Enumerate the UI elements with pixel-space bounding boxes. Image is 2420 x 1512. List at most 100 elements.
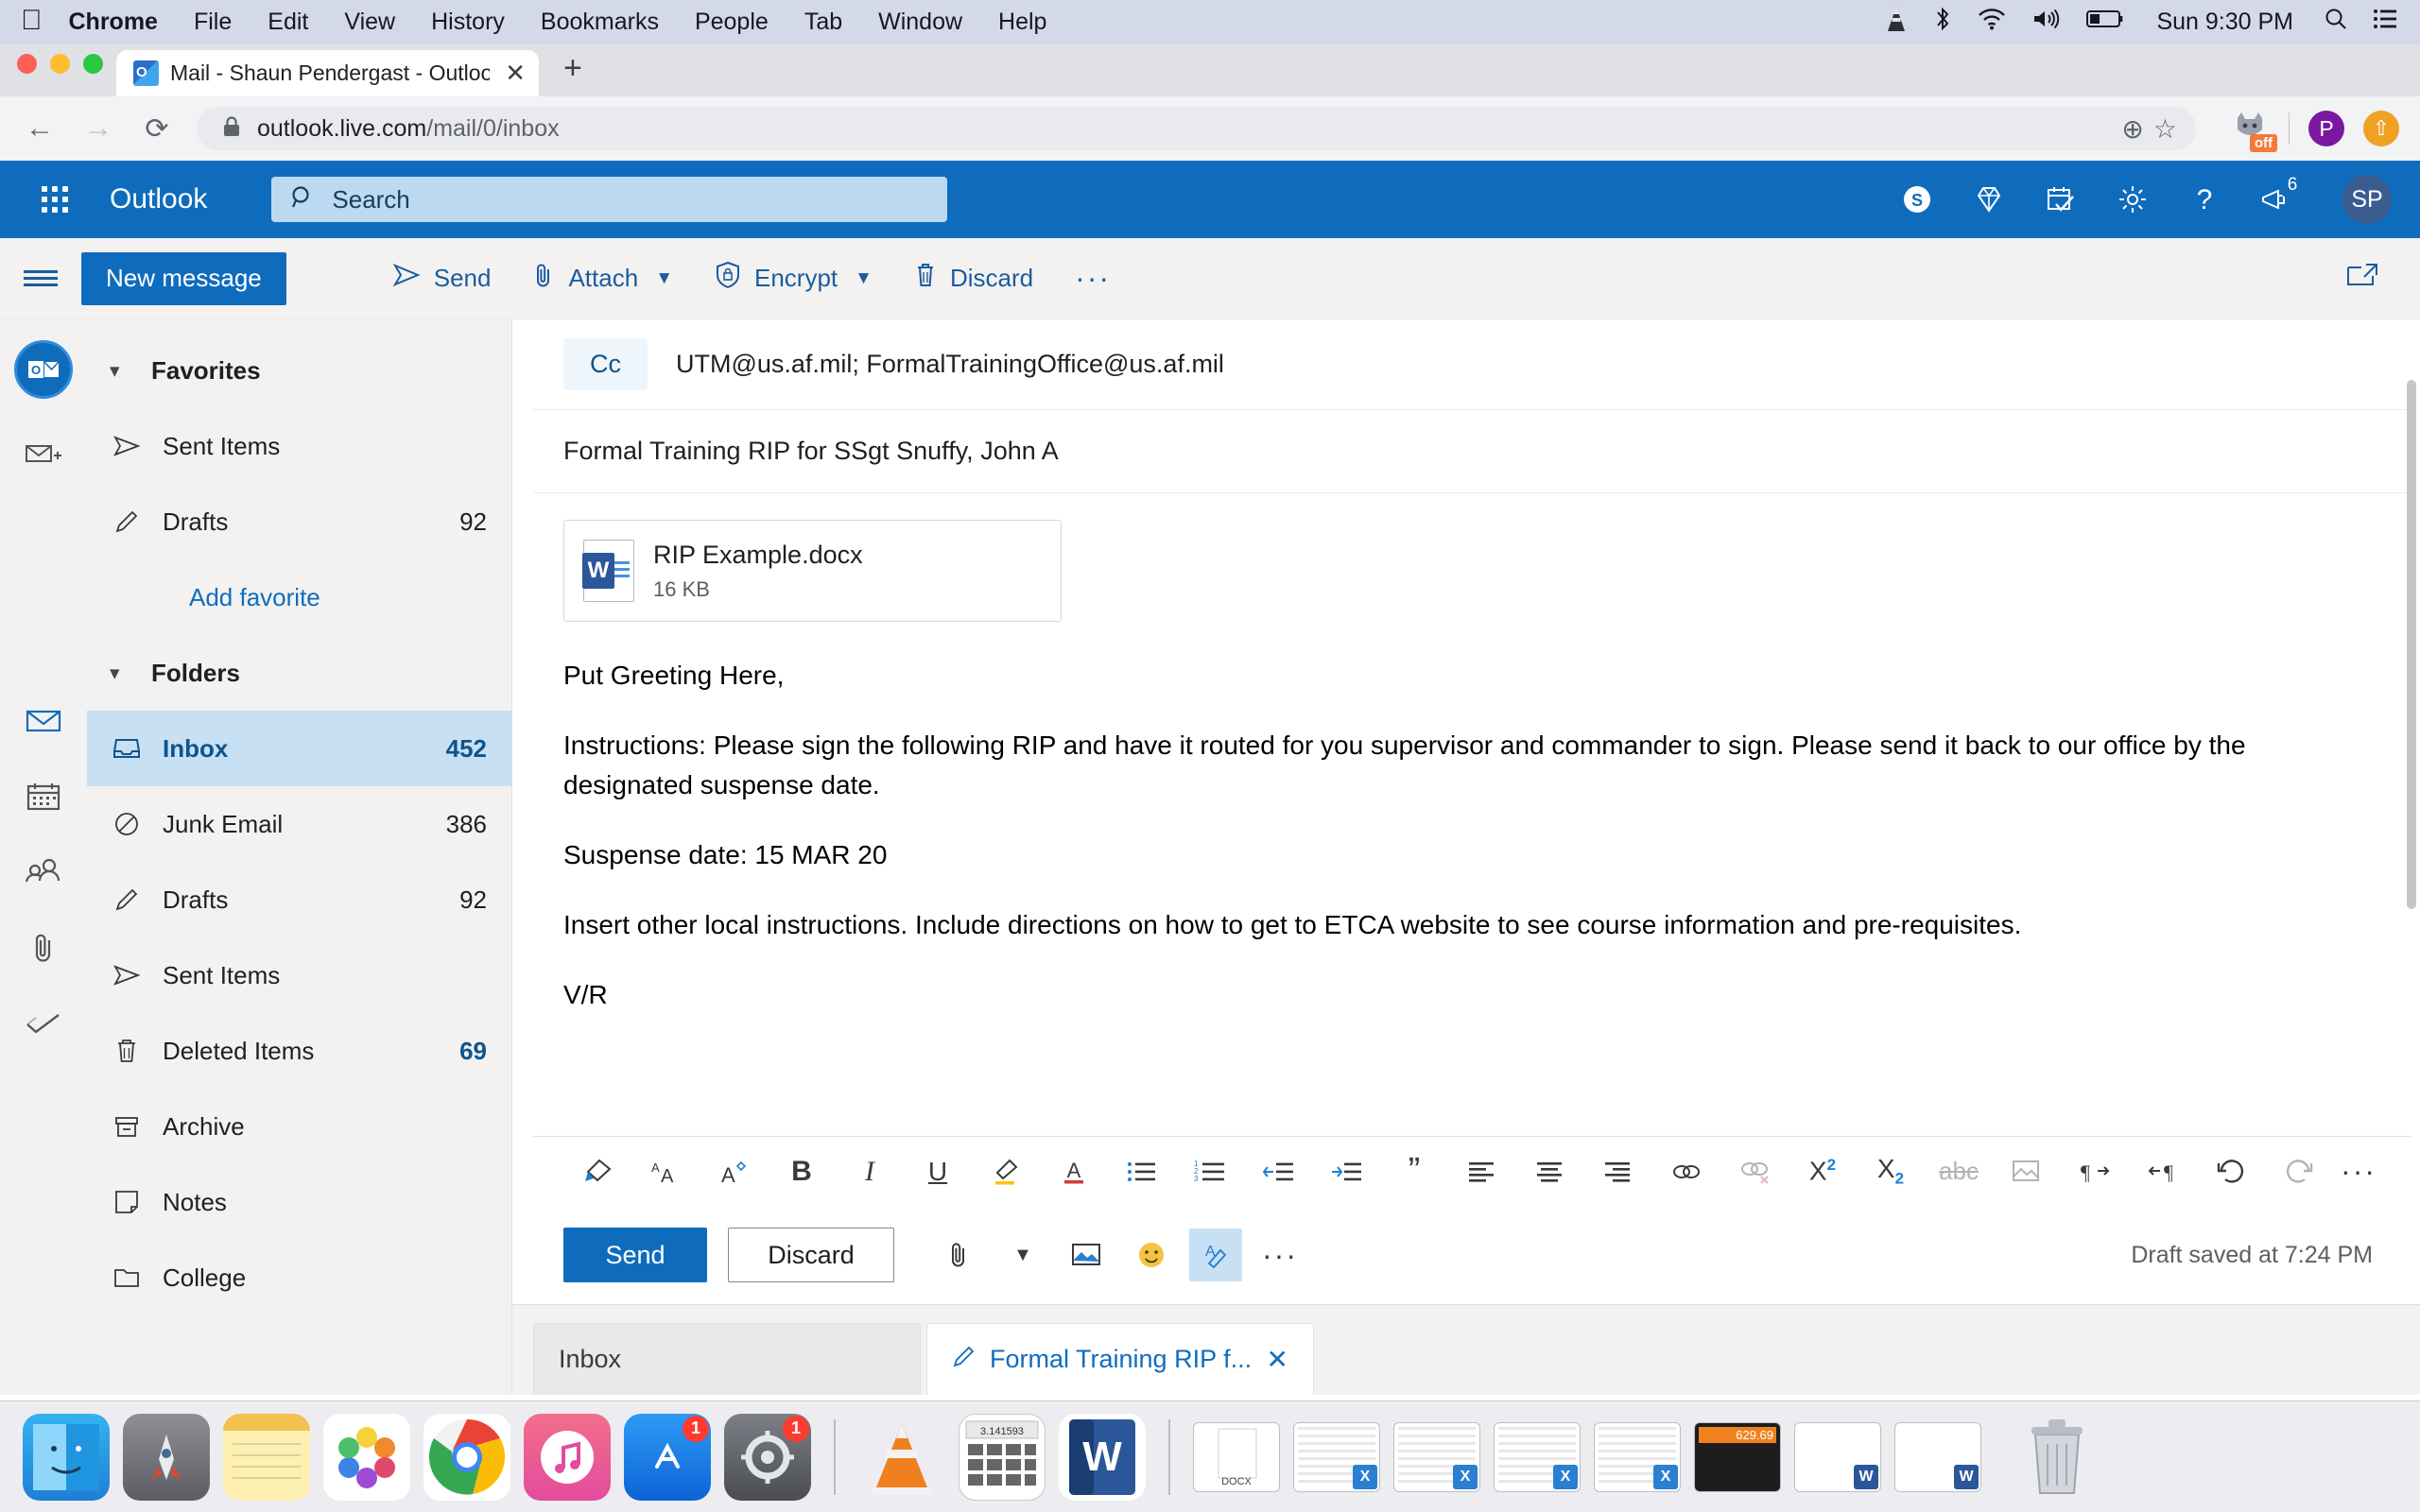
insert-link-icon[interactable]	[1652, 1143, 1720, 1200]
back-arrow-icon[interactable]: ←	[21, 112, 59, 145]
lock-icon[interactable]	[221, 114, 242, 144]
apple-icon[interactable]: 	[21, 6, 43, 35]
app-launcher-icon[interactable]	[42, 186, 81, 213]
wolf-extension-icon[interactable]: off	[2230, 109, 2277, 152]
superscript-icon[interactable]: X2	[1789, 1143, 1857, 1200]
strikethrough-icon[interactable]: abc	[1925, 1143, 1993, 1200]
add-to-circle-icon[interactable]: ⊕	[2121, 113, 2143, 145]
maximize-window-button[interactable]	[83, 54, 103, 74]
format-overflow-button[interactable]: ···	[2341, 1154, 2380, 1189]
megaphone-icon[interactable]: 6	[2259, 171, 2307, 216]
send-button[interactable]: Send	[372, 252, 512, 305]
outlook-brand[interactable]: Outlook	[110, 183, 207, 215]
sidebar-item-inbox[interactable]: Inbox 452	[87, 711, 511, 786]
rtl-direction-icon[interactable]: ¶	[2129, 1143, 2197, 1200]
browser-tab[interactable]: Mail - Shaun Pendergast - Outloo ✕	[116, 50, 539, 96]
minimized-window-calculator[interactable]: 629.69	[1694, 1421, 1781, 1492]
sidebar-item-notes[interactable]: Notes	[87, 1164, 511, 1240]
command-overflow-button[interactable]: ···	[1054, 261, 1132, 296]
emoji-icon[interactable]	[1125, 1228, 1178, 1281]
favorites-group-header[interactable]: ▾ Favorites	[87, 333, 511, 408]
menu-item-bookmarks[interactable]: Bookmarks	[541, 9, 659, 36]
search-input[interactable]: Search	[271, 177, 948, 222]
up-arrow-icon[interactable]: ⇧	[2363, 111, 2399, 146]
message-body[interactable]: Put Greeting Here, Instructions: Please …	[533, 622, 2420, 1015]
minimized-window-excel-2[interactable]: X	[1393, 1421, 1480, 1492]
skype-icon[interactable]: S	[1900, 182, 1934, 216]
menu-item-help[interactable]: Help	[998, 9, 1046, 36]
dock-item-photos[interactable]	[323, 1413, 410, 1501]
dock-item-system-preferences[interactable]: 1	[724, 1413, 811, 1501]
encrypt-button[interactable]: Encrypt ▼	[694, 252, 893, 305]
sidebar-item-archive[interactable]: Archive	[87, 1089, 511, 1164]
gear-icon[interactable]	[2116, 182, 2150, 216]
attachment-card[interactable]: W RIP Example.docx 16 KB	[563, 520, 1062, 622]
browser-profile-avatar[interactable]: P	[2308, 111, 2344, 146]
attachment-icon[interactable]	[14, 919, 73, 977]
new-mail-icon[interactable]	[14, 425, 73, 484]
chevron-down-icon[interactable]: ▼	[996, 1228, 1049, 1281]
hamburger-icon[interactable]	[0, 266, 81, 290]
forward-arrow-icon[interactable]: →	[79, 112, 117, 145]
dock-item-itunes[interactable]	[524, 1413, 611, 1501]
folders-group-header[interactable]: ▾ Folders	[87, 635, 511, 711]
minimize-window-button[interactable]	[50, 54, 70, 74]
font-size-icon[interactable]: AA	[631, 1143, 700, 1200]
close-icon[interactable]: ✕	[501, 59, 526, 88]
font-color-style-icon[interactable]: A	[700, 1143, 768, 1200]
favorite-item-sent-items[interactable]: Sent Items	[87, 408, 511, 484]
cc-label[interactable]: Cc	[563, 338, 648, 390]
insert-picture-icon[interactable]	[1061, 1228, 1114, 1281]
search-icon[interactable]	[2324, 7, 2348, 38]
menu-item-tab[interactable]: Tab	[804, 9, 842, 36]
dock-item-launchpad[interactable]	[123, 1413, 210, 1501]
underline-icon[interactable]: U	[904, 1143, 972, 1200]
minimized-window-docx[interactable]: DOCX	[1193, 1421, 1280, 1492]
dock-item-vlc[interactable]	[858, 1414, 945, 1501]
menu-item-window[interactable]: Window	[878, 9, 962, 36]
avatar[interactable]: SP	[2342, 175, 2392, 224]
control-center-list-icon[interactable]	[2373, 9, 2397, 36]
menu-item-history[interactable]: History	[431, 9, 505, 36]
dock-item-finder[interactable]	[23, 1413, 110, 1501]
diamond-icon[interactable]	[1972, 182, 2006, 216]
remove-link-icon[interactable]	[1720, 1143, 1789, 1200]
redo-icon[interactable]	[2265, 1143, 2333, 1200]
popout-icon[interactable]	[2346, 263, 2420, 294]
bottom-tab-inbox[interactable]: Inbox	[533, 1323, 921, 1395]
align-left-icon[interactable]	[1448, 1143, 1516, 1200]
increase-indent-icon[interactable]	[1312, 1143, 1380, 1200]
dock-item-chrome[interactable]	[424, 1413, 510, 1501]
undo-icon[interactable]	[2197, 1143, 2265, 1200]
scrollbar-thumb[interactable]	[2407, 380, 2416, 909]
quote-icon[interactable]: ”	[1380, 1143, 1448, 1200]
attach-button[interactable]: Attach ▼	[511, 252, 694, 305]
close-icon[interactable]: ✕	[1267, 1344, 1288, 1375]
help-icon[interactable]: ?	[2187, 182, 2221, 216]
favorite-item-drafts[interactable]: Drafts 92	[87, 484, 511, 559]
reload-icon[interactable]: ⟳	[138, 112, 176, 146]
menu-item-people[interactable]: People	[695, 9, 769, 36]
bold-icon[interactable]: B	[768, 1143, 836, 1200]
paperclip-icon[interactable]	[932, 1228, 985, 1281]
signature-icon[interactable]: A	[1189, 1228, 1242, 1281]
discard-button[interactable]: Discard	[893, 252, 1054, 305]
sidebar-item-deleted-items[interactable]: Deleted Items 69	[87, 1013, 511, 1089]
font-color-icon[interactable]: A	[1040, 1143, 1108, 1200]
outlook-logo-icon[interactable]: O	[14, 340, 73, 399]
minimized-window-excel-3[interactable]: X	[1494, 1421, 1581, 1492]
minimized-window-word-1[interactable]: W	[1794, 1421, 1881, 1492]
mail-icon[interactable]	[14, 692, 73, 750]
volume-icon[interactable]	[2031, 7, 2062, 38]
compose-scrollbar[interactable]	[2407, 323, 2416, 1136]
dock-item-calculator[interactable]: 3.141593	[959, 1413, 1046, 1501]
align-center-icon[interactable]	[1516, 1143, 1584, 1200]
dock-item-trash[interactable]	[2014, 1414, 2100, 1501]
minimized-window-word-2[interactable]: W	[1894, 1421, 1981, 1492]
sidebar-item-drafts[interactable]: Drafts 92	[87, 862, 511, 937]
discard-button[interactable]: Discard	[728, 1228, 894, 1282]
decrease-indent-icon[interactable]	[1244, 1143, 1312, 1200]
star-icon[interactable]: ☆	[2153, 113, 2177, 145]
numbered-list-icon[interactable]: 123	[1176, 1143, 1244, 1200]
format-painter-icon[interactable]	[563, 1143, 631, 1200]
